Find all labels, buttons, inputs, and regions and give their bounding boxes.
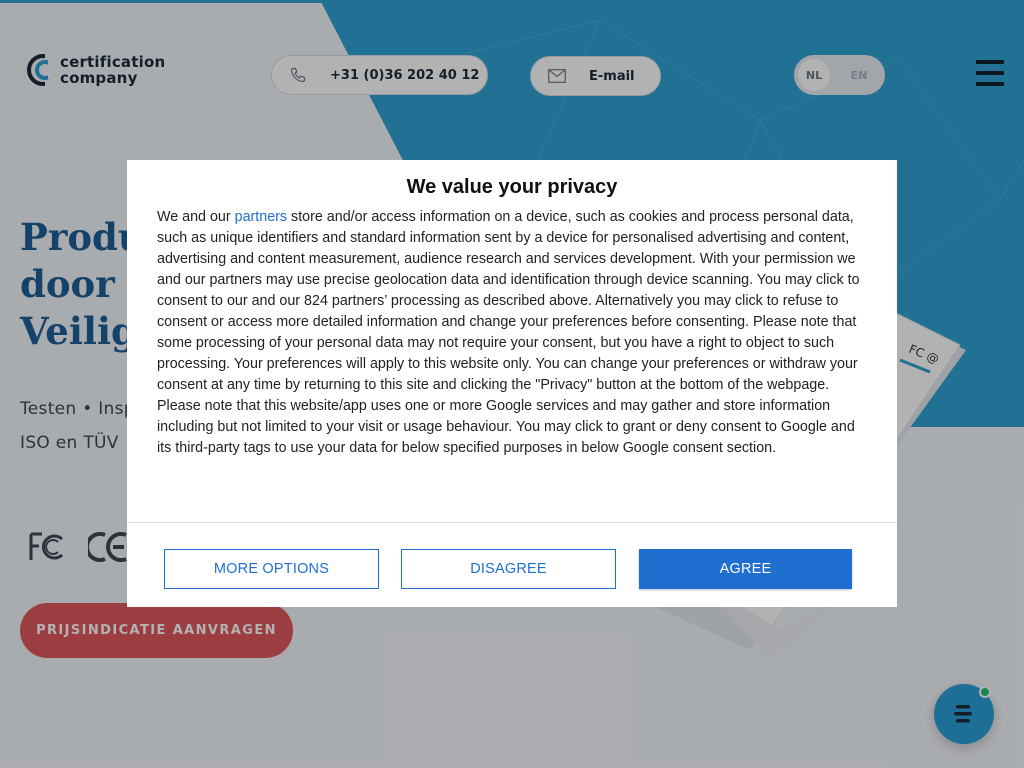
agree-button[interactable]: AGREE [639, 549, 852, 589]
consent-title: We value your privacy [406, 176, 618, 198]
consent-body: We and our partners store and/or access … [157, 207, 869, 459]
consent-dialog: We value your privacy We and our partner… [127, 160, 897, 607]
more-options-button[interactable]: MORE OPTIONS [164, 549, 379, 589]
disagree-button[interactable]: DISAGREE [401, 549, 616, 589]
consent-intro: We and our [157, 209, 235, 225]
consent-divider [127, 522, 897, 523]
consent-body-text: store and/or access information on a dev… [157, 209, 860, 456]
partners-link[interactable]: partners [235, 209, 287, 225]
